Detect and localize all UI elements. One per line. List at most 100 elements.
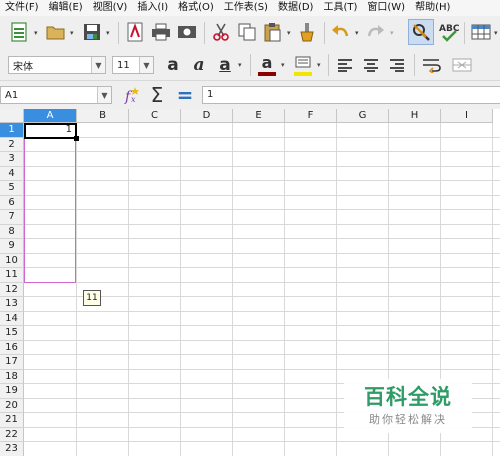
menu-edit[interactable]: 编辑(E) — [44, 0, 88, 16]
row-header[interactable]: 1 — [0, 123, 24, 138]
select-all-corner[interactable] — [0, 109, 24, 123]
menu-view[interactable]: 视图(V) — [88, 0, 133, 16]
row-gridline — [24, 180, 500, 181]
row-header[interactable]: 19 — [0, 384, 24, 399]
row-header[interactable]: 20 — [0, 398, 24, 413]
menu-help[interactable]: 帮助(H) — [410, 0, 455, 16]
open-folder-icon[interactable] — [45, 21, 67, 43]
bold-button[interactable]: a — [162, 54, 184, 76]
font-color-button[interactable]: a — [256, 52, 278, 72]
row-header[interactable]: 17 — [0, 355, 24, 370]
autofill-tooltip: 11 — [83, 290, 101, 306]
align-left-icon[interactable] — [334, 54, 356, 76]
row-header[interactable]: 14 — [0, 311, 24, 326]
new-document-icon[interactable] — [8, 21, 30, 43]
paste-icon[interactable] — [262, 21, 284, 43]
row-header[interactable]: 8 — [0, 224, 24, 239]
row-header[interactable]: 5 — [0, 181, 24, 196]
row-header[interactable]: 7 — [0, 210, 24, 225]
undo-icon[interactable] — [330, 21, 352, 43]
column-header[interactable]: G — [337, 109, 389, 123]
chevron-down-icon[interactable]: ▼ — [97, 87, 111, 103]
name-box-value: A1 — [5, 89, 19, 101]
row-header[interactable]: 10 — [0, 253, 24, 268]
sum-button[interactable]: Σ — [146, 83, 168, 107]
row-header[interactable]: 22 — [0, 427, 24, 442]
function-wizard-icon[interactable]: fx — [120, 84, 142, 106]
highlight-icon[interactable] — [292, 53, 314, 71]
menu-data[interactable]: 数据(D) — [273, 0, 319, 16]
merge-cells-icon[interactable] — [450, 54, 474, 76]
row-header[interactable]: 21 — [0, 413, 24, 428]
clone-formatting-icon[interactable] — [296, 21, 318, 43]
menu-insert[interactable]: 插入(I) — [132, 0, 173, 16]
row-gridline — [24, 368, 500, 370]
redo-dropdown-icon[interactable]: ▾ — [390, 29, 394, 37]
column-header[interactable]: F — [285, 109, 337, 123]
highlight-swatch — [294, 72, 312, 76]
copy-icon[interactable] — [236, 21, 258, 43]
italic-button[interactable]: a — [188, 54, 210, 76]
save-dropdown-icon[interactable]: ▾ — [106, 29, 110, 37]
save-icon[interactable] — [81, 21, 103, 43]
undo-dropdown-icon[interactable]: ▾ — [355, 29, 359, 37]
print-preview-icon[interactable] — [176, 21, 198, 43]
row-header[interactable]: 6 — [0, 195, 24, 210]
wrap-text-icon[interactable] — [420, 54, 444, 76]
formula-button[interactable]: = — [174, 83, 196, 107]
column-header[interactable]: A — [24, 109, 77, 123]
fill-handle[interactable] — [74, 136, 79, 141]
column-header[interactable]: E — [233, 109, 285, 123]
row-header[interactable]: 23 — [0, 442, 24, 456]
paste-dropdown-icon[interactable]: ▾ — [287, 29, 291, 37]
row-header[interactable]: 12 — [0, 282, 24, 297]
highlight-dropdown-icon[interactable]: ▾ — [317, 61, 321, 69]
align-right-icon[interactable] — [386, 54, 408, 76]
row-icon[interactable] — [470, 21, 492, 43]
column-header[interactable]: D — [181, 109, 233, 123]
menu-file[interactable]: 文件(F) — [0, 0, 44, 16]
underline-button[interactable]: a — [214, 54, 236, 76]
font-color-dropdown-icon[interactable]: ▾ — [281, 61, 285, 69]
print-icon[interactable] — [150, 21, 172, 43]
row-header[interactable]: 3 — [0, 152, 24, 167]
chevron-down-icon[interactable]: ▼ — [139, 57, 153, 73]
align-center-icon[interactable] — [360, 54, 382, 76]
open-dropdown-icon[interactable]: ▾ — [70, 29, 74, 37]
column-gridline — [232, 123, 233, 456]
row-dropdown-icon[interactable]: ▾ — [494, 29, 498, 37]
menu-sheet[interactable]: 工作表(S) — [219, 0, 273, 16]
menu-tools[interactable]: 工具(T) — [318, 0, 362, 16]
formula-input[interactable]: 1 — [202, 86, 500, 104]
column-header[interactable]: H — [389, 109, 441, 123]
row-header[interactable]: 13 — [0, 297, 24, 312]
underline-dropdown-icon[interactable]: ▾ — [238, 61, 242, 69]
svg-text:x: x — [131, 95, 136, 104]
column-header[interactable]: B — [77, 109, 129, 123]
row-header[interactable]: 9 — [0, 239, 24, 254]
font-size-box[interactable]: 11 ▼ — [112, 56, 154, 74]
row-header[interactable]: 4 — [0, 166, 24, 181]
row-header[interactable]: 11 — [0, 268, 24, 283]
font-name-box[interactable]: 宋体 ▼ — [8, 56, 106, 74]
separator — [118, 22, 119, 44]
find-replace-icon[interactable] — [408, 19, 434, 45]
new-dropdown-icon[interactable]: ▾ — [34, 29, 38, 37]
export-pdf-icon[interactable] — [124, 21, 146, 43]
row-header[interactable]: 2 — [0, 137, 24, 152]
row-gridline — [24, 310, 500, 312]
row-header[interactable]: 18 — [0, 369, 24, 384]
cut-icon[interactable] — [210, 21, 232, 43]
redo-icon[interactable] — [364, 21, 386, 43]
menu-window[interactable]: 窗口(W) — [362, 0, 410, 16]
row-gridline — [24, 441, 500, 442]
column-header[interactable]: C — [129, 109, 181, 123]
menu-format[interactable]: 格式(O) — [173, 0, 219, 16]
row-gridline — [24, 325, 500, 326]
row-header[interactable]: 15 — [0, 326, 24, 341]
name-box[interactable]: A1 ▼ — [0, 86, 112, 104]
chevron-down-icon[interactable]: ▼ — [91, 57, 105, 73]
row-header[interactable]: 16 — [0, 340, 24, 355]
spelling-icon[interactable]: ABC — [438, 21, 460, 43]
column-header[interactable]: I — [441, 109, 493, 123]
